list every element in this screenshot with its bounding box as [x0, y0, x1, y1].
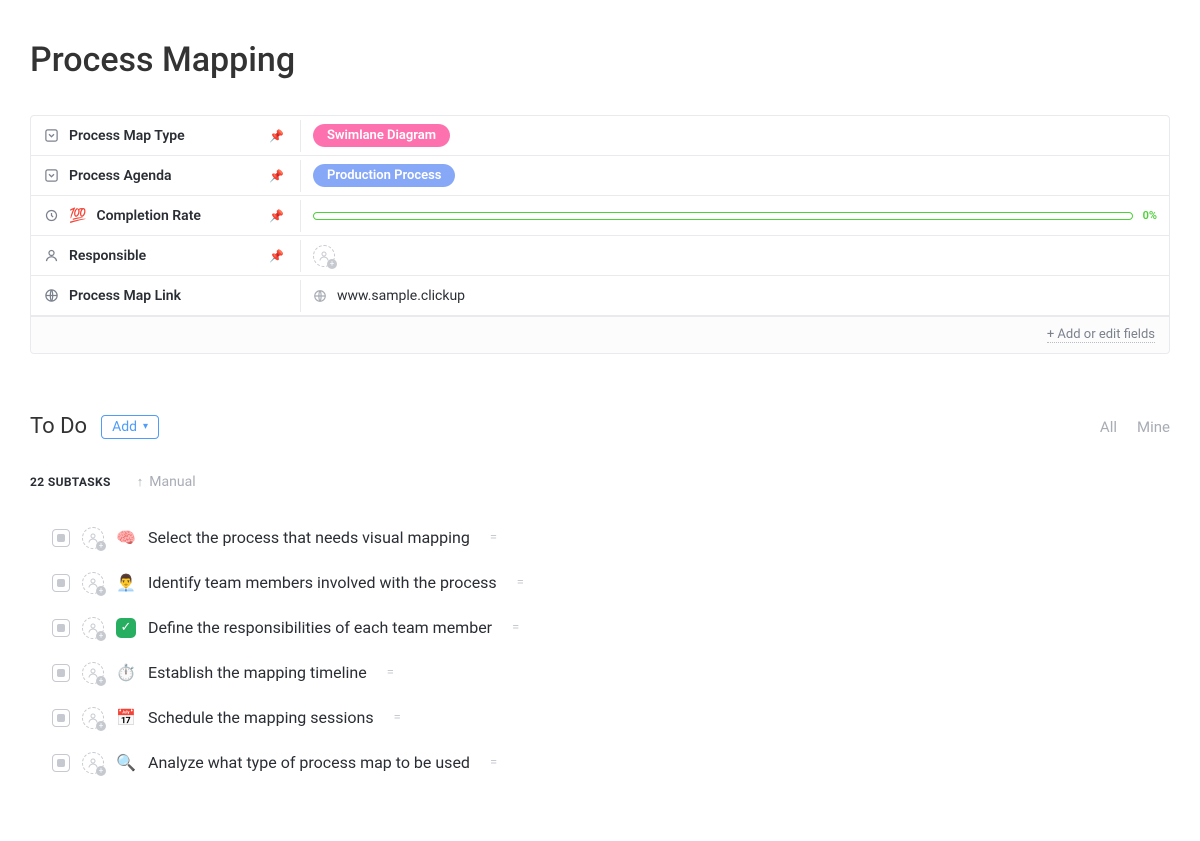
field-value[interactable]: www.sample.clickup: [301, 282, 1169, 310]
task-row[interactable]: + 🧠 Select the process that needs visual m…: [52, 515, 1170, 560]
field-key: Responsible 📌: [31, 240, 301, 272]
field-label: Process Map Type: [69, 128, 259, 144]
add-task-button[interactable]: Add ▾: [101, 415, 159, 439]
task-list: + 🧠 Select the process that needs visual m…: [52, 515, 1170, 785]
person-field-icon: [43, 248, 59, 264]
task-status-checkbox[interactable]: [52, 709, 70, 727]
dropdown-field-icon: [43, 168, 59, 184]
task-assignee-button[interactable]: +: [82, 707, 104, 729]
task-status-checkbox[interactable]: [52, 529, 70, 547]
field-label: Process Map Link: [69, 288, 288, 304]
task-emoji-icon: 🔍: [116, 753, 136, 772]
todo-filters: All Mine: [1100, 418, 1170, 436]
arrow-up-icon: ↑: [137, 474, 144, 490]
task-assignee-button[interactable]: +: [82, 662, 104, 684]
plus-badge-icon: +: [96, 586, 106, 596]
dropdown-field-icon: [43, 128, 59, 144]
field-label: Responsible: [69, 248, 259, 264]
drag-handle-icon[interactable]: =: [490, 530, 497, 545]
task-status-checkbox[interactable]: [52, 574, 70, 592]
task-title: Identify team members involved with the …: [148, 573, 497, 592]
drag-handle-icon[interactable]: =: [394, 710, 401, 725]
fields-footer: + Add or edit fields: [31, 316, 1169, 353]
progress-percent-label: 0%: [1143, 209, 1157, 222]
filter-mine[interactable]: Mine: [1137, 418, 1170, 436]
drag-handle-icon[interactable]: =: [512, 620, 519, 635]
plus-badge-icon: +: [96, 766, 106, 776]
task-title: Establish the mapping timeline: [148, 663, 367, 682]
field-row-process-map-link: Process Map Link www.sample.clickup: [31, 276, 1169, 316]
field-value[interactable]: Swimlane Diagram: [301, 118, 1169, 153]
field-label: Process Agenda: [69, 168, 259, 184]
add-button-label: Add: [112, 419, 137, 435]
pin-icon[interactable]: 📌: [269, 169, 284, 183]
plus-badge-icon: +: [96, 631, 106, 641]
task-title: Analyze what type of process map to be u…: [148, 753, 470, 772]
field-value[interactable]: Production Process: [301, 158, 1169, 193]
task-emoji-icon: 🧠: [116, 528, 136, 547]
sort-mode-label: Manual: [149, 474, 195, 490]
field-key: Process Agenda 📌: [31, 160, 301, 192]
hundred-emoji-icon: 💯: [69, 209, 86, 223]
progress-bar[interactable]: [313, 212, 1133, 220]
sort-mode-button[interactable]: ↑ Manual: [137, 474, 196, 490]
field-row-completion-rate: 💯 Completion Rate 📌 0%: [31, 196, 1169, 236]
task-assignee-button[interactable]: +: [82, 527, 104, 549]
add-or-edit-fields-button[interactable]: + Add or edit fields: [1047, 327, 1155, 343]
todo-title: To Do: [30, 414, 87, 439]
task-row[interactable]: + 🔍 Analyze what type of process map to be…: [52, 740, 1170, 785]
task-emoji-icon: 📅: [116, 708, 136, 727]
pin-icon[interactable]: 📌: [269, 129, 284, 143]
page-title: Process Mapping: [30, 40, 1170, 80]
globe-field-icon: [43, 288, 59, 304]
tag-process-agenda: Production Process: [313, 164, 455, 187]
task-row[interactable]: + ✓ Define the responsibilities of each te…: [52, 605, 1170, 650]
custom-fields-panel: Process Map Type 📌 Swimlane Diagram Proc…: [30, 115, 1170, 354]
field-label: Completion Rate: [96, 208, 259, 224]
add-assignee-button[interactable]: +: [313, 245, 335, 267]
drag-handle-icon[interactable]: =: [517, 575, 524, 590]
progress-field-icon: [43, 208, 59, 224]
drag-handle-icon[interactable]: =: [490, 755, 497, 770]
field-row-responsible: Responsible 📌 +: [31, 236, 1169, 276]
field-key: Process Map Link: [31, 280, 301, 312]
check-icon: ✓: [116, 618, 136, 638]
subtasks-count-label: 22 SUBTASKS: [30, 475, 111, 489]
subtasks-header: 22 SUBTASKS ↑ Manual: [30, 474, 1170, 490]
task-assignee-button[interactable]: +: [82, 752, 104, 774]
pin-icon[interactable]: 📌: [269, 249, 284, 263]
plus-badge-icon: +: [96, 721, 106, 731]
task-emoji-icon: 👨‍💼: [116, 573, 136, 592]
task-status-checkbox[interactable]: [52, 619, 70, 637]
tag-process-map-type: Swimlane Diagram: [313, 124, 450, 147]
field-row-process-map-type: Process Map Type 📌 Swimlane Diagram: [31, 116, 1169, 156]
task-status-checkbox[interactable]: [52, 664, 70, 682]
pin-icon[interactable]: 📌: [269, 209, 284, 223]
task-emoji-icon: ⏱️: [116, 663, 136, 682]
plus-badge-icon: +: [96, 541, 106, 551]
field-value[interactable]: 0%: [301, 203, 1169, 228]
plus-badge-icon: +: [96, 676, 106, 686]
task-assignee-button[interactable]: +: [82, 617, 104, 639]
plus-badge-icon: +: [327, 259, 337, 269]
chevron-down-icon: ▾: [143, 421, 148, 432]
task-title: Define the responsibilities of each team…: [148, 618, 492, 637]
task-assignee-button[interactable]: +: [82, 572, 104, 594]
task-row[interactable]: + 📅 Schedule the mapping sessions =: [52, 695, 1170, 740]
link-text: www.sample.clickup: [337, 288, 465, 304]
drag-handle-icon[interactable]: =: [387, 665, 394, 680]
field-value[interactable]: +: [301, 239, 1169, 273]
progress-bar-container: 0%: [313, 209, 1157, 222]
field-key: Process Map Type 📌: [31, 120, 301, 152]
task-title: Schedule the mapping sessions: [148, 708, 374, 727]
todo-section-header: To Do Add ▾ All Mine: [30, 414, 1170, 439]
task-status-checkbox[interactable]: [52, 754, 70, 772]
task-row[interactable]: + ⏱️ Establish the mapping timeline =: [52, 650, 1170, 695]
task-row[interactable]: + 👨‍💼 Identify team members involved with …: [52, 560, 1170, 605]
filter-all[interactable]: All: [1100, 418, 1117, 436]
task-title: Select the process that needs visual map…: [148, 528, 470, 547]
globe-icon: [313, 289, 327, 303]
field-key: 💯 Completion Rate 📌: [31, 200, 301, 232]
field-row-process-agenda: Process Agenda 📌 Production Process: [31, 156, 1169, 196]
